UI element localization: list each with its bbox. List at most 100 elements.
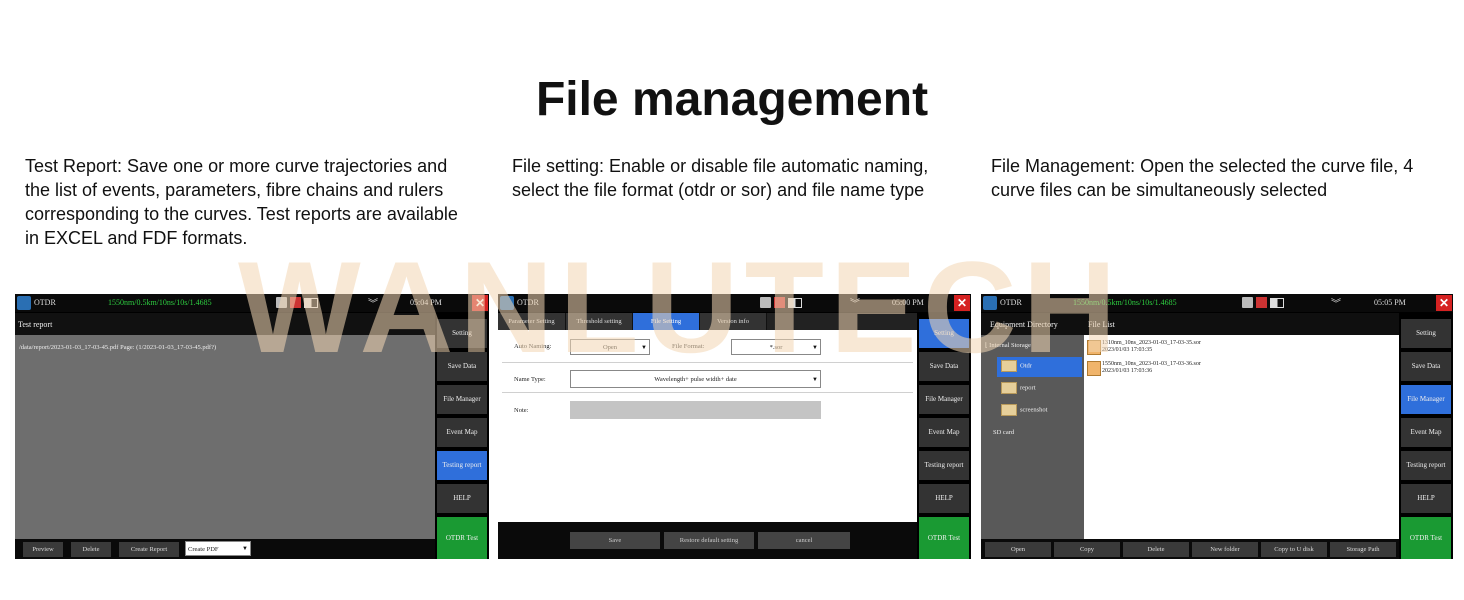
titlebar: OTDR 1550nm/0.5km/10ns/10s/1.4685 ︾ 05:0…	[981, 294, 1453, 312]
chevron-down-icon[interactable]: ︾	[850, 295, 860, 310]
page-title: File management	[535, 73, 929, 126]
tree-item-sd-card[interactable]: SD card	[993, 429, 1014, 436]
delete-button[interactable]: Delete	[71, 542, 111, 557]
chevron-down-icon[interactable]: ︾	[1331, 295, 1341, 310]
cancel-button[interactable]: cancel	[758, 532, 850, 549]
create-report-button[interactable]: Create Report	[119, 542, 179, 557]
panel-header: Test report	[15, 313, 435, 335]
description-file-setting: File setting: Enable or disable file aut…	[512, 156, 929, 200]
folder-icon	[1001, 382, 1017, 394]
open-button[interactable]: Open	[985, 542, 1051, 557]
auto-naming-label: Auto Naming:	[514, 343, 552, 350]
event-map-button[interactable]: Event Map	[919, 418, 969, 447]
name-type-select[interactable]: Wavelength+ pulse width+ date ▼	[570, 370, 821, 388]
otdr-logo-icon	[17, 296, 31, 310]
testing-report-button[interactable]: Testing report	[1401, 451, 1451, 480]
setting-button[interactable]: Setting	[919, 319, 969, 348]
titlebar: OTDR 1550nm/0.5km/10ns/10s/1.4685 ︾ 05:0…	[15, 294, 489, 312]
new-folder-button[interactable]: New folder	[1192, 542, 1258, 557]
otdr-test-button[interactable]: OTDR Test	[919, 517, 969, 559]
otdr-logo-icon	[983, 296, 997, 310]
screen-file-management: OTDR 1550nm/0.5km/10ns/10s/1.4685 ︾ 05:0…	[981, 294, 1453, 559]
file-setting-form: Auto Naming: Open ▼ File Format: *.sor ▼ N…	[498, 330, 917, 559]
tab-file-setting[interactable]: File Setting	[633, 313, 700, 330]
testing-report-button[interactable]: Testing report	[437, 451, 487, 480]
tab-parameter-setting[interactable]: Parameter Setting	[498, 313, 566, 330]
file-manager-button[interactable]: File Manager	[437, 385, 487, 414]
main-content: Parameter Setting Threshold setting File…	[498, 313, 917, 559]
otdr-test-button[interactable]: OTDR Test	[1401, 517, 1451, 559]
preview-button[interactable]: Preview	[23, 542, 63, 557]
test-parameters: 1550nm/0.5km/10ns/10s/1.4685	[1073, 298, 1177, 307]
sidebar: Setting Save Data File Manager Event Map…	[918, 313, 971, 559]
tree-item-report[interactable]: report	[1001, 382, 1036, 394]
help-button[interactable]: HELP	[919, 484, 969, 513]
divider	[502, 392, 913, 393]
header-label: Test report	[18, 320, 53, 329]
help-button[interactable]: HELP	[1401, 484, 1451, 513]
close-icon[interactable]: ✕	[1436, 295, 1452, 311]
copy-to-u-disk-button[interactable]: Copy to U disk	[1261, 542, 1327, 557]
divider	[502, 362, 913, 363]
battery-icon	[1270, 298, 1284, 308]
usb-icon	[760, 297, 771, 308]
help-button[interactable]: HELP	[437, 484, 487, 513]
titlebar: OTDR ︾ 05:00 PM ✕	[498, 294, 971, 312]
setting-button[interactable]: Setting	[1401, 319, 1451, 348]
note-label: Note:	[514, 407, 529, 414]
network-icon	[1256, 297, 1267, 308]
close-icon[interactable]: ✕	[472, 295, 488, 311]
file-manager-button[interactable]: File Manager	[1401, 385, 1451, 414]
tree-item-screenshot[interactable]: screenshot	[1001, 404, 1047, 416]
name-type-label: Name Type:	[514, 376, 546, 383]
event-map-button[interactable]: Event Map	[437, 418, 487, 447]
delete-button[interactable]: Delete	[1123, 542, 1189, 557]
file-manager-button[interactable]: File Manager	[919, 385, 969, 414]
chevron-down-icon[interactable]: ︾	[368, 295, 378, 310]
tree-item-internal-storage[interactable]: ⌊ Internal Storage	[985, 341, 1031, 349]
button-bar: Open Copy Delete New folder Copy to U di…	[981, 539, 1399, 559]
testing-report-button[interactable]: Testing report	[919, 451, 969, 480]
main-content: Test report /data/report/2023-01-03_17-0…	[15, 313, 435, 559]
save-button[interactable]: Save	[570, 532, 660, 549]
main-content: Equipment Directory File List ⌊ Internal…	[981, 313, 1399, 559]
folder-icon	[1001, 404, 1017, 416]
otdr-test-button[interactable]: OTDR Test	[437, 517, 487, 559]
copy-button[interactable]: Copy	[1054, 542, 1120, 557]
auto-naming-select[interactable]: Open ▼	[570, 339, 650, 355]
directory-tree: ⌊ Internal Storage Otdr report screensho…	[981, 335, 1084, 539]
tab-version-info[interactable]: Version info	[700, 313, 767, 330]
network-icon	[774, 297, 785, 308]
restore-default-button[interactable]: Restore default setting	[664, 532, 754, 549]
chevron-down-icon: ▼	[242, 546, 248, 552]
report-path: /data/report/2023-01-03_17-03-45.pdf Pag…	[19, 344, 217, 351]
test-parameters: 1550nm/0.5km/10ns/10s/1.4685	[108, 298, 212, 307]
close-icon[interactable]: ✕	[954, 295, 970, 311]
save-data-button[interactable]: Save Data	[437, 352, 487, 381]
equipment-directory-header: Equipment Directory	[990, 320, 1058, 329]
file-icon	[1087, 361, 1101, 376]
file-icon	[1087, 340, 1101, 355]
save-data-button[interactable]: Save Data	[919, 352, 969, 381]
chevron-down-icon: ▼	[812, 377, 818, 383]
storage-path-button[interactable]: Storage Path	[1330, 542, 1396, 557]
setting-button[interactable]: Setting	[437, 319, 487, 348]
screen-test-report: OTDR 1550nm/0.5km/10ns/10s/1.4685 ︾ 05:0…	[15, 294, 489, 559]
tree-item-otdr[interactable]: Otdr	[1001, 360, 1032, 372]
description-test-report: Test Report: Save one or more curve traj…	[25, 156, 458, 248]
button-bar: Save Restore default setting cancel	[498, 522, 917, 559]
tab-threshold-setting[interactable]: Threshold setting	[566, 313, 633, 330]
note-input[interactable]	[570, 401, 821, 419]
battery-icon	[788, 298, 802, 308]
file-format-label: File Format:	[672, 343, 705, 350]
app-name: OTDR	[1000, 298, 1022, 307]
file-format-select[interactable]: *.sor ▼	[731, 339, 821, 355]
save-data-button[interactable]: Save Data	[1401, 352, 1451, 381]
sidebar: Setting Save Data File Manager Event Map…	[1400, 313, 1453, 559]
usb-icon	[1242, 297, 1253, 308]
network-icon	[290, 297, 301, 308]
report-format-select[interactable]: Create PDF ▼	[185, 541, 251, 556]
button-bar: Preview Delete Create Report Create PDF ▼	[15, 539, 435, 559]
clock: 05:05 PM	[1374, 298, 1406, 307]
event-map-button[interactable]: Event Map	[1401, 418, 1451, 447]
